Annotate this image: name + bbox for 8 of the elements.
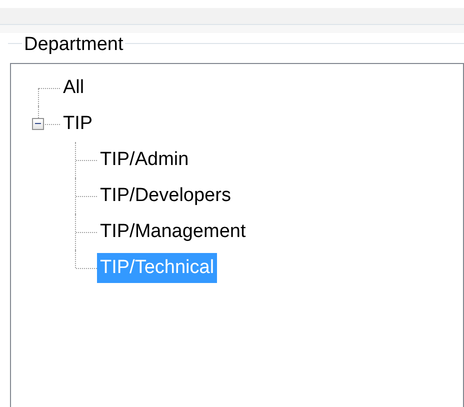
tree-item[interactable]: TIP bbox=[60, 109, 96, 139]
group-title: Department bbox=[22, 34, 126, 55]
tree-item[interactable]: All bbox=[60, 73, 88, 103]
tree-view[interactable]: All TIP TIP/Admin TIP/Developers TIP/Management TIP/Technical bbox=[10, 63, 464, 407]
tree-item[interactable]: TIP/Management bbox=[97, 217, 249, 247]
collapse-icon[interactable] bbox=[32, 118, 44, 130]
tree-item[interactable]: TIP/Admin bbox=[97, 145, 192, 175]
tree-item[interactable]: TIP/Developers bbox=[97, 181, 234, 211]
